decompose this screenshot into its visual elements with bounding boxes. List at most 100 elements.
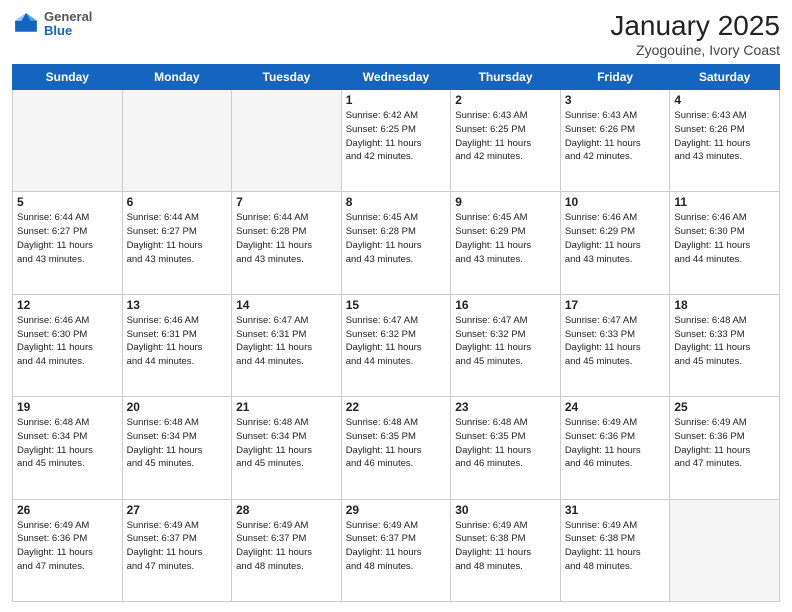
day-number: 9: [455, 195, 556, 209]
calendar-cell: 24 Sunrise: 6:49 AMSunset: 6:36 PMDayligh…: [560, 397, 670, 499]
day-info: Sunrise: 6:44 AMSunset: 6:27 PMDaylight:…: [17, 211, 118, 266]
calendar-cell: 30Sunrise: 6:49 AMSunset: 6:38 PMDayligh…: [451, 499, 561, 601]
calendar-header: Sunday Monday Tuesday Wednesday Thursday…: [13, 65, 780, 90]
calendar-cell: [670, 499, 780, 601]
day-number: 20: [127, 400, 228, 414]
day-number: 27: [127, 503, 228, 517]
day-number: 7: [236, 195, 337, 209]
calendar-cell: 6Sunrise: 6:44 AMSunset: 6:27 PMDaylight…: [122, 192, 232, 294]
header: General Blue January 2025 Zyogouine, Ivo…: [12, 10, 780, 58]
calendar-cell: 17 Sunrise: 6:47 AMSunset: 6:33 PMDayligh…: [560, 294, 670, 396]
day-info: Sunrise: 6:43 AMSunset: 6:25 PMDaylight:…: [455, 109, 556, 164]
day-number: 3: [565, 93, 666, 107]
day-info: Sunrise: 6:49 AMSunset: 6:37 PMDaylight:…: [236, 519, 337, 574]
day-number: 10: [565, 195, 666, 209]
week-row-1: 5 Sunrise: 6:44 AMSunset: 6:27 PMDaylight…: [13, 192, 780, 294]
col-wednesday: Wednesday: [341, 65, 451, 90]
day-info: Sunrise: 6:46 AMSunset: 6:30 PMDaylight:…: [674, 211, 775, 266]
day-info: Sunrise: 6:49 AMSunset: 6:37 PMDaylight:…: [346, 519, 447, 574]
day-info: Sunrise: 6:43 AMSunset: 6:26 PMDaylight:…: [674, 109, 775, 164]
day-info: Sunrise: 6:49 AMSunset: 6:38 PMDaylight:…: [565, 519, 666, 574]
day-number: 31: [565, 503, 666, 517]
day-info: Sunrise: 6:47 AMSunset: 6:33 PMDaylight:…: [565, 314, 666, 369]
day-number: 2: [455, 93, 556, 107]
page: General Blue January 2025 Zyogouine, Ivo…: [0, 0, 792, 612]
day-info: Sunrise: 6:46 AMSunset: 6:31 PMDaylight:…: [127, 314, 228, 369]
day-info: Sunrise: 6:49 AMSunset: 6:36 PMDaylight:…: [565, 416, 666, 471]
day-number: 29: [346, 503, 447, 517]
day-number: 19: [17, 400, 118, 414]
calendar-cell: [232, 90, 342, 192]
day-info: Sunrise: 6:42 AMSunset: 6:25 PMDaylight:…: [346, 109, 447, 164]
day-number: 16: [455, 298, 556, 312]
day-info: Sunrise: 6:45 AMSunset: 6:29 PMDaylight:…: [455, 211, 556, 266]
calendar-cell: 21 Sunrise: 6:48 AMSunset: 6:34 PMDayligh…: [232, 397, 342, 499]
logo-general: General: [44, 10, 92, 24]
calendar-cell: 7 Sunrise: 6:44 AMSunset: 6:28 PMDaylight…: [232, 192, 342, 294]
day-info: Sunrise: 6:48 AMSunset: 6:35 PMDaylight:…: [455, 416, 556, 471]
calendar-cell: 22Sunrise: 6:48 AMSunset: 6:35 PMDayligh…: [341, 397, 451, 499]
calendar-cell: 23Sunrise: 6:48 AMSunset: 6:35 PMDayligh…: [451, 397, 561, 499]
week-row-4: 26Sunrise: 6:49 AMSunset: 6:36 PMDayligh…: [13, 499, 780, 601]
day-info: Sunrise: 6:47 AMSunset: 6:32 PMDaylight:…: [455, 314, 556, 369]
day-info: Sunrise: 6:48 AMSunset: 6:35 PMDaylight:…: [346, 416, 447, 471]
calendar-cell: 28 Sunrise: 6:49 AMSunset: 6:37 PMDayligh…: [232, 499, 342, 601]
calendar-cell: 18 Sunrise: 6:48 AMSunset: 6:33 PMDayligh…: [670, 294, 780, 396]
calendar-body: 1 Sunrise: 6:42 AMSunset: 6:25 PMDaylight…: [13, 90, 780, 602]
day-info: Sunrise: 6:48 AMSunset: 6:33 PMDaylight:…: [674, 314, 775, 369]
day-number: 1: [346, 93, 447, 107]
calendar-cell: 4Sunrise: 6:43 AMSunset: 6:26 PMDaylight…: [670, 90, 780, 192]
calendar-cell: 31 Sunrise: 6:49 AMSunset: 6:38 PMDayligh…: [560, 499, 670, 601]
calendar-cell: 11Sunrise: 6:46 AMSunset: 6:30 PMDayligh…: [670, 192, 780, 294]
calendar-cell: 13 Sunrise: 6:46 AMSunset: 6:31 PMDayligh…: [122, 294, 232, 396]
day-number: 25: [674, 400, 775, 414]
col-monday: Monday: [122, 65, 232, 90]
day-info: Sunrise: 6:49 AMSunset: 6:37 PMDaylight:…: [127, 519, 228, 574]
calendar-cell: 27 Sunrise: 6:49 AMSunset: 6:37 PMDayligh…: [122, 499, 232, 601]
day-number: 24: [565, 400, 666, 414]
day-info: Sunrise: 6:47 AMSunset: 6:32 PMDaylight:…: [346, 314, 447, 369]
day-number: 13: [127, 298, 228, 312]
calendar-table: Sunday Monday Tuesday Wednesday Thursday…: [12, 64, 780, 602]
day-info: Sunrise: 6:48 AMSunset: 6:34 PMDaylight:…: [17, 416, 118, 471]
day-number: 5: [17, 195, 118, 209]
calendar-cell: 29 Sunrise: 6:49 AMSunset: 6:37 PMDayligh…: [341, 499, 451, 601]
day-number: 6: [127, 195, 228, 209]
calendar-cell: 25 Sunrise: 6:49 AMSunset: 6:36 PMDayligh…: [670, 397, 780, 499]
day-number: 28: [236, 503, 337, 517]
calendar-cell: 26Sunrise: 6:49 AMSunset: 6:36 PMDayligh…: [13, 499, 123, 601]
calendar-cell: 1 Sunrise: 6:42 AMSunset: 6:25 PMDaylight…: [341, 90, 451, 192]
calendar-title: January 2025: [610, 10, 780, 42]
day-info: Sunrise: 6:48 AMSunset: 6:34 PMDaylight:…: [127, 416, 228, 471]
calendar-cell: 3 Sunrise: 6:43 AMSunset: 6:26 PMDaylight…: [560, 90, 670, 192]
calendar-cell: 16 Sunrise: 6:47 AMSunset: 6:32 PMDayligh…: [451, 294, 561, 396]
calendar-cell: 14Sunrise: 6:47 AMSunset: 6:31 PMDayligh…: [232, 294, 342, 396]
calendar-cell: 8 Sunrise: 6:45 AMSunset: 6:28 PMDaylight…: [341, 192, 451, 294]
calendar-cell: 12Sunrise: 6:46 AMSunset: 6:30 PMDayligh…: [13, 294, 123, 396]
day-info: Sunrise: 6:46 AMSunset: 6:29 PMDaylight:…: [565, 211, 666, 266]
day-info: Sunrise: 6:48 AMSunset: 6:34 PMDaylight:…: [236, 416, 337, 471]
day-info: Sunrise: 6:45 AMSunset: 6:28 PMDaylight:…: [346, 211, 447, 266]
day-info: Sunrise: 6:47 AMSunset: 6:31 PMDaylight:…: [236, 314, 337, 369]
col-tuesday: Tuesday: [232, 65, 342, 90]
calendar-cell: 9 Sunrise: 6:45 AMSunset: 6:29 PMDaylight…: [451, 192, 561, 294]
calendar-cell: 19 Sunrise: 6:48 AMSunset: 6:34 PMDayligh…: [13, 397, 123, 499]
day-info: Sunrise: 6:49 AMSunset: 6:38 PMDaylight:…: [455, 519, 556, 574]
day-number: 18: [674, 298, 775, 312]
logo-blue: Blue: [44, 24, 92, 38]
day-info: Sunrise: 6:49 AMSunset: 6:36 PMDaylight:…: [674, 416, 775, 471]
calendar-cell: [13, 90, 123, 192]
calendar-cell: 5 Sunrise: 6:44 AMSunset: 6:27 PMDaylight…: [13, 192, 123, 294]
col-friday: Friday: [560, 65, 670, 90]
day-number: 21: [236, 400, 337, 414]
title-block: January 2025 Zyogouine, Ivory Coast: [610, 10, 780, 58]
day-number: 8: [346, 195, 447, 209]
logo-text: General Blue: [44, 10, 92, 39]
day-info: Sunrise: 6:44 AMSunset: 6:28 PMDaylight:…: [236, 211, 337, 266]
calendar-cell: 20 Sunrise: 6:48 AMSunset: 6:34 PMDayligh…: [122, 397, 232, 499]
col-sunday: Sunday: [13, 65, 123, 90]
day-info: Sunrise: 6:43 AMSunset: 6:26 PMDaylight:…: [565, 109, 666, 164]
week-row-3: 19 Sunrise: 6:48 AMSunset: 6:34 PMDayligh…: [13, 397, 780, 499]
week-row-2: 12Sunrise: 6:46 AMSunset: 6:30 PMDayligh…: [13, 294, 780, 396]
day-number: 17: [565, 298, 666, 312]
